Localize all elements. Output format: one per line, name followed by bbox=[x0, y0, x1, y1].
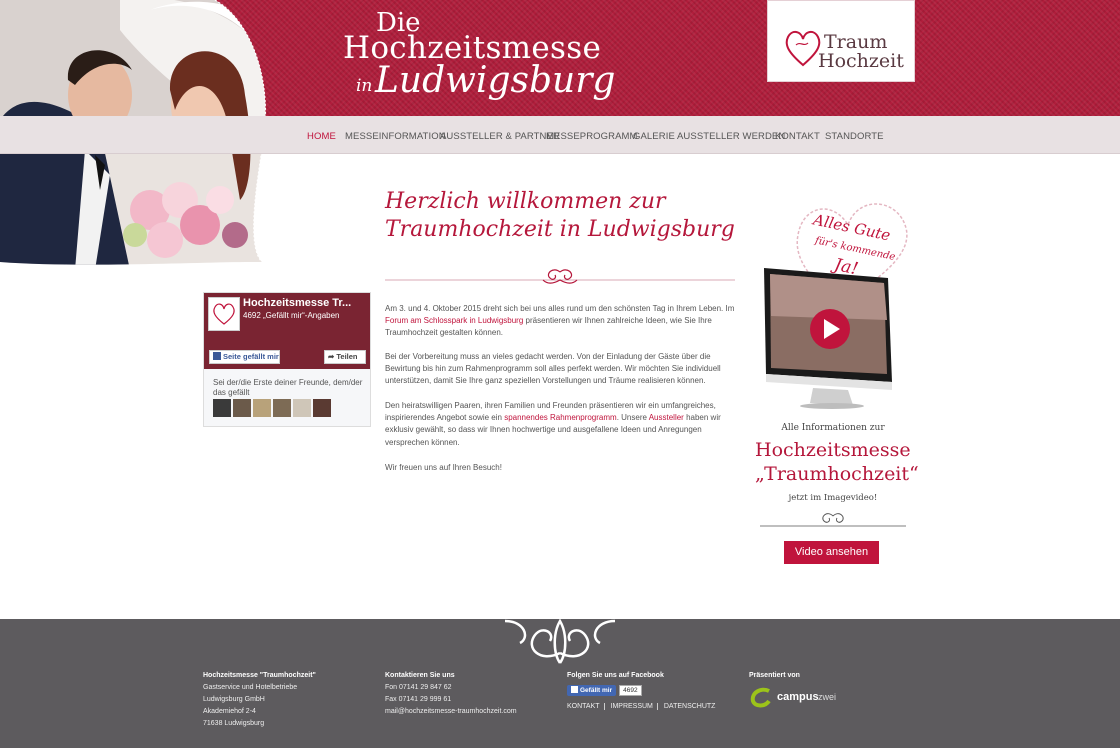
facebook-icon bbox=[213, 352, 221, 360]
footer-contact-title: Kontaktieren Sie uns bbox=[385, 672, 455, 679]
avatar[interactable] bbox=[233, 399, 251, 417]
footer-sponsor: Präsentiert von campus zwei bbox=[749, 670, 836, 709]
welcome-heading-line2: Traumhochzeit in Ludwigsburg bbox=[385, 217, 735, 242]
video-ansehen-button[interactable]: Video ansehen bbox=[784, 541, 879, 564]
footer-facebook: Folgen Sie uns auf Facebook Gefällt mir 4… bbox=[567, 670, 715, 713]
sponsor-name-a: campus bbox=[777, 691, 819, 703]
nav-messeprogramm[interactable]: MESSEPROGRAMM bbox=[546, 131, 638, 142]
footer-email-link[interactable]: mail@hochzeitsmesse-traumhochzeit.com bbox=[385, 706, 517, 718]
aussteller-link[interactable]: Aussteller bbox=[649, 413, 684, 422]
nav-aussteller-werden[interactable]: AUSSTELLER WERDEN bbox=[677, 131, 785, 142]
facebook-page-thumbnail[interactable] bbox=[208, 297, 240, 331]
intro-paragraph-3: Den heiratswilligen Paaren, ihren Famili… bbox=[385, 400, 737, 449]
footer-fax: Fax 07141 29 999 61 bbox=[385, 696, 452, 703]
traumhochzeit-logo[interactable]: Traum Hochzeit bbox=[767, 0, 915, 82]
intro-paragraph-4: Wir freuen uns auf Ihren Besuch! bbox=[385, 463, 502, 472]
facebook-share-button[interactable]: ➦ Teilen bbox=[324, 350, 366, 364]
intro-paragraph-2: Bei der Vorbereitung muss an vieles geda… bbox=[385, 352, 721, 386]
campuszwei-swoosh-icon bbox=[750, 687, 771, 708]
facebook-page-widget: Hochzeitsmesse Tr... 4692 „Gefällt mir“-… bbox=[203, 292, 371, 427]
footer-link-kontakt[interactable]: KONTAKT bbox=[567, 703, 605, 710]
facebook-like-page-button[interactable]: Seite gefällt mir bbox=[209, 350, 280, 364]
facebook-share-label: Teilen bbox=[336, 352, 358, 361]
p3-text-b: . Unsere bbox=[616, 413, 649, 423]
facebook-like-label: Seite gefällt mir bbox=[223, 352, 279, 361]
footer-fb-like-button[interactable]: Gefällt mir bbox=[567, 685, 617, 696]
sidebar-headline: Hochzeitsmesse „Traumhochzeit“ bbox=[755, 438, 919, 486]
nav-messeinformation[interactable]: MESSEINFORMATION bbox=[345, 131, 446, 142]
intro-paragraph-1: Am 3. und 4. Oktober 2015 dreht sich bei… bbox=[385, 303, 737, 340]
video-promo-graphic[interactable]: Alles Gute für's kommende Ja! bbox=[758, 190, 913, 412]
p1-text-a: Am 3. und 4. Oktober 2015 dreht sich bei… bbox=[385, 304, 735, 313]
footer-address-line: 71638 Ludwigsburg bbox=[203, 720, 265, 727]
site-title-in: in bbox=[356, 76, 373, 96]
heart-logo-icon bbox=[213, 303, 235, 325]
site-title-city: Ludwigsburg bbox=[375, 60, 616, 101]
facebook-like-count: 4692 „Gefällt mir“-Angaben bbox=[243, 311, 340, 320]
footer-contact: Kontaktieren Sie uns Fon 07141 29 847 62… bbox=[385, 670, 517, 718]
logo-text-hochzeit: Hochzeit bbox=[818, 50, 904, 72]
nav-galerie[interactable]: GALERIE bbox=[633, 131, 675, 142]
welcome-heading: Herzlich willkommen zur Traumhochzeit in… bbox=[385, 188, 745, 244]
rahmenprogramm-link[interactable]: spannendes Rahmenprogramm bbox=[504, 413, 617, 422]
footer-phone: Fon 07141 29 847 62 bbox=[385, 684, 452, 691]
footer-link-impressum[interactable]: IMPRESSUM bbox=[606, 703, 658, 710]
campuszwei-logo[interactable]: campus zwei bbox=[749, 687, 836, 709]
avatar[interactable] bbox=[213, 399, 231, 417]
facebook-friend-avatars bbox=[213, 399, 333, 422]
sponsor-name-b: zwei bbox=[818, 692, 837, 702]
footer-address-title: Hochzeitsmesse "Traumhochzeit" bbox=[203, 672, 316, 679]
heart-logo-icon bbox=[785, 31, 821, 67]
facebook-cover: Hochzeitsmesse Tr... 4692 „Gefällt mir“-… bbox=[204, 293, 370, 369]
sidebar-headline-line1: Hochzeitsmesse bbox=[755, 439, 911, 461]
footer-link-datenschutz[interactable]: DATENSCHUTZ bbox=[660, 703, 716, 710]
avatar[interactable] bbox=[313, 399, 331, 417]
sidebar-info-text: Alle Informationen zur bbox=[781, 423, 885, 433]
footer-fb-like-label: Gefällt mir bbox=[580, 687, 613, 694]
facebook-page-name[interactable]: Hochzeitsmesse Tr... bbox=[243, 297, 351, 309]
nav-kontakt[interactable]: KONTAKT bbox=[775, 131, 820, 142]
footer-fb-like-count: 4692 bbox=[619, 685, 642, 696]
share-arrow-icon: ➦ bbox=[328, 352, 335, 361]
facebook-friends-text: Sei der/die Erste deiner Freunde, dem/de… bbox=[213, 378, 363, 397]
facebook-icon bbox=[571, 686, 578, 693]
footer-address-line: Ludwigsburg GmbH bbox=[203, 696, 265, 703]
avatar[interactable] bbox=[273, 399, 291, 417]
sidebar-headline-line2: „Traumhochzeit“ bbox=[755, 463, 919, 485]
nav-aussteller-partner[interactable]: AUSSTELLER & PARTNER bbox=[440, 131, 560, 142]
footer-address-line: Akademiehof 2-4 bbox=[203, 708, 256, 715]
footer-facebook-title: Folgen Sie uns auf Facebook bbox=[567, 672, 664, 679]
footer-sponsor-title: Präsentiert von bbox=[749, 672, 800, 679]
avatar[interactable] bbox=[253, 399, 271, 417]
nav-home[interactable]: HOME bbox=[307, 131, 336, 142]
welcome-heading-line1: Herzlich willkommen zur bbox=[385, 189, 666, 214]
sidebar-ornament-divider bbox=[760, 513, 906, 527]
sidebar-subtext: jetzt im Imagevideo! bbox=[788, 493, 878, 503]
nav-standorte[interactable]: STANDORTE bbox=[825, 131, 884, 142]
footer-address: Hochzeitsmesse "Traumhochzeit" Gastservi… bbox=[203, 670, 316, 730]
avatar[interactable] bbox=[293, 399, 311, 417]
footer-ornament bbox=[505, 618, 615, 664]
forum-link[interactable]: Forum am Schlosspark in Ludwigsburg bbox=[385, 316, 523, 325]
footer-address-line: Gastservice und Hotelbetriebe bbox=[203, 684, 298, 691]
ornament-divider bbox=[385, 269, 735, 284]
